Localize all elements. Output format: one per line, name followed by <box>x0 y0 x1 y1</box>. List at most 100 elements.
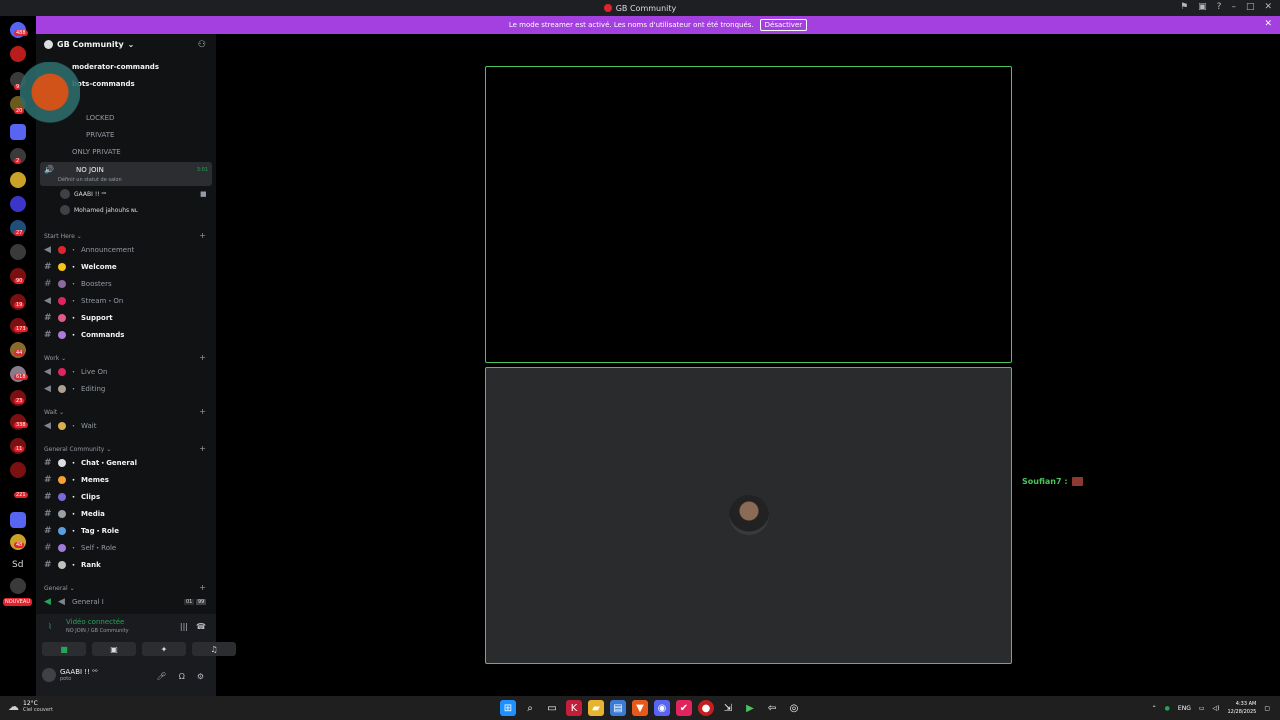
server-icon[interactable] <box>10 462 26 478</box>
channel-item[interactable]: # ・ Rank <box>44 558 101 572</box>
channel-item[interactable]: moderator-commands <box>72 60 159 74</box>
language-indicator[interactable]: ENG <box>1178 705 1191 712</box>
server-icon[interactable] <box>10 46 26 62</box>
voice-user[interactable]: GAABI !! ᵒᵒ <box>60 189 107 199</box>
noise-suppression-icon[interactable]: ||| <box>180 622 188 631</box>
activities-button[interactable]: ✦ <box>142 642 186 656</box>
channel-item[interactable]: PRIVATE <box>86 128 114 142</box>
clock[interactable]: 4:33 AM 12/28/2025 <box>1228 700 1257 716</box>
category-general[interactable]: General ⌄ <box>44 585 75 592</box>
help-icon[interactable]: ? <box>1217 2 1222 12</box>
server-sd-label[interactable]: Sd <box>12 560 23 570</box>
user-status: poto <box>60 676 72 682</box>
search-icon[interactable]: ⌕ <box>522 700 538 716</box>
streamer-mode-banner: Le mode streamer est activé. Les noms d'… <box>36 16 1280 34</box>
close-button[interactable]: ✕ <box>1264 2 1272 12</box>
channel-item[interactable]: # ・ Support <box>44 311 113 325</box>
channel-item[interactable]: # ・ Tag・Role <box>44 524 119 538</box>
server-header[interactable]: GB Community ⌄ <box>44 40 134 49</box>
channel-item[interactable]: # ・ Self・Role <box>44 541 116 555</box>
camera-button[interactable]: ■ <box>42 642 86 656</box>
channel-item[interactable]: ◀ ・ Editing <box>44 382 105 396</box>
network-icon[interactable]: ▭ <box>1199 705 1205 712</box>
add-channel-icon[interactable]: + <box>199 353 206 362</box>
category-wait[interactable]: Wait ⌄ <box>44 409 64 416</box>
inbox-icon[interactable]: ⚑ <box>1180 2 1188 12</box>
soundboard-button[interactable]: ♫ <box>192 642 236 656</box>
channel-item[interactable]: LOCKED <box>86 111 114 125</box>
headphones-icon[interactable]: Ω <box>179 672 185 681</box>
gear-icon[interactable]: ⚙ <box>197 672 204 681</box>
notifications-icon[interactable]: ▢ <box>1264 705 1270 712</box>
channel-item[interactable]: ◀ ・ Live On <box>44 365 107 379</box>
server-icon[interactable] <box>10 172 26 188</box>
volume-icon[interactable]: ◁) <box>1213 705 1220 712</box>
add-channel-icon[interactable]: + <box>199 231 206 240</box>
channel-item[interactable]: ◀ ・ Stream・On <box>44 294 123 308</box>
video-tile-screen-share[interactable] <box>485 66 1012 363</box>
app-icon[interactable]: K <box>566 700 582 716</box>
discord-icon[interactable]: ◉ <box>654 700 670 716</box>
user-area[interactable]: GAABI !! ᵒᵒ poto <box>42 668 98 682</box>
mention-badge: 48 <box>14 542 25 548</box>
video-tile-participant[interactable] <box>485 367 1012 664</box>
channel-item[interactable]: # ・ Commands <box>44 328 124 342</box>
folder-icon[interactable] <box>10 512 26 528</box>
weather-widget[interactable]: ☁ 12°C Ciel couvert <box>8 700 53 713</box>
task-view-icon[interactable]: ▭ <box>544 700 560 716</box>
windows-start-icon[interactable]: ⊞ <box>500 700 516 716</box>
server-icon[interactable] <box>10 578 26 594</box>
channel-item[interactable]: # ・ Media <box>44 507 105 521</box>
disconnect-icon[interactable]: ☎ <box>196 622 206 631</box>
hash-icon: # <box>44 492 52 502</box>
channel-item[interactable]: # ・ Welcome <box>44 260 117 274</box>
channel-item[interactable]: ◀ ・ Announcement <box>44 243 134 257</box>
channel-item[interactable]: ◀ ・ Wait <box>44 419 96 433</box>
screen-share-icon[interactable]: ▣ <box>1198 2 1207 12</box>
app-icon[interactable]: ● <box>698 700 714 716</box>
maximize-button[interactable]: □ <box>1246 2 1255 12</box>
channel-item[interactable]: bots-commands <box>72 77 135 91</box>
store-icon[interactable]: ▤ <box>610 700 626 716</box>
mention-badge: 618 <box>14 374 28 380</box>
close-icon[interactable]: ✕ <box>1264 19 1272 29</box>
add-channel-icon[interactable]: + <box>199 583 206 592</box>
screen-share-button[interactable]: ▣ <box>92 642 136 656</box>
category-work[interactable]: Work ⌄ <box>44 355 66 362</box>
channel-item[interactable]: ◀ ◀ General I <box>44 595 104 609</box>
app-icon[interactable]: ✔ <box>676 700 692 716</box>
category-start-here[interactable]: Start Here ⌄ <box>44 233 82 240</box>
active-voice-channel[interactable]: 🔊 NO JOIN Définir un statut de salon 3:0… <box>40 162 212 186</box>
brave-browser-icon[interactable]: ▼ <box>632 700 648 716</box>
channel-label: PRIVATE <box>86 131 115 139</box>
server-icon[interactable] <box>10 196 26 212</box>
disable-streamer-button[interactable]: Désactiver <box>759 19 808 31</box>
microphone-icon[interactable]: 🎤︎ <box>157 672 167 681</box>
app-icon[interactable]: ◎ <box>786 700 802 716</box>
stage-speaker[interactable]: Soufian7 : <box>1022 477 1083 486</box>
hash-icon: # <box>44 543 52 553</box>
voice-connected-sub[interactable]: NO JOIN / GB Community <box>66 628 129 634</box>
bot-icon <box>58 331 66 339</box>
channel-item[interactable]: # ・ Memes <box>44 473 109 487</box>
play-icon[interactable]: ▶ <box>742 700 758 716</box>
voice-user[interactable]: Mohamed jahouhs ɴʟ <box>60 205 138 215</box>
microphone-icon[interactable]: ● <box>1165 705 1170 712</box>
app-icon[interactable]: ⇦ <box>764 700 780 716</box>
app-icon[interactable]: ⇲ <box>720 700 736 716</box>
channel-item[interactable]: # ・ Boosters <box>44 277 112 291</box>
invite-people-icon[interactable]: ⚇ <box>198 40 206 50</box>
server-icon[interactable] <box>10 244 26 260</box>
voice-channel-status[interactable]: Définir un statut de salon <box>58 177 122 183</box>
chevron-up-icon[interactable]: ⌃ <box>1152 705 1157 712</box>
mention-badge: 11 <box>14 446 25 452</box>
minimize-button[interactable]: – <box>1231 2 1236 12</box>
channel-item[interactable]: # ・ Chat・General <box>44 456 137 470</box>
add-channel-icon[interactable]: + <box>199 444 206 453</box>
add-channel-icon[interactable]: + <box>199 407 206 416</box>
file-explorer-icon[interactable]: ▰ <box>588 700 604 716</box>
booster-icon <box>58 280 66 288</box>
category-general-community[interactable]: General Community ⌄ <box>44 446 111 453</box>
channel-item[interactable]: # ・ Clips <box>44 490 100 504</box>
signal-icon[interactable]: ⌇ <box>48 622 52 631</box>
